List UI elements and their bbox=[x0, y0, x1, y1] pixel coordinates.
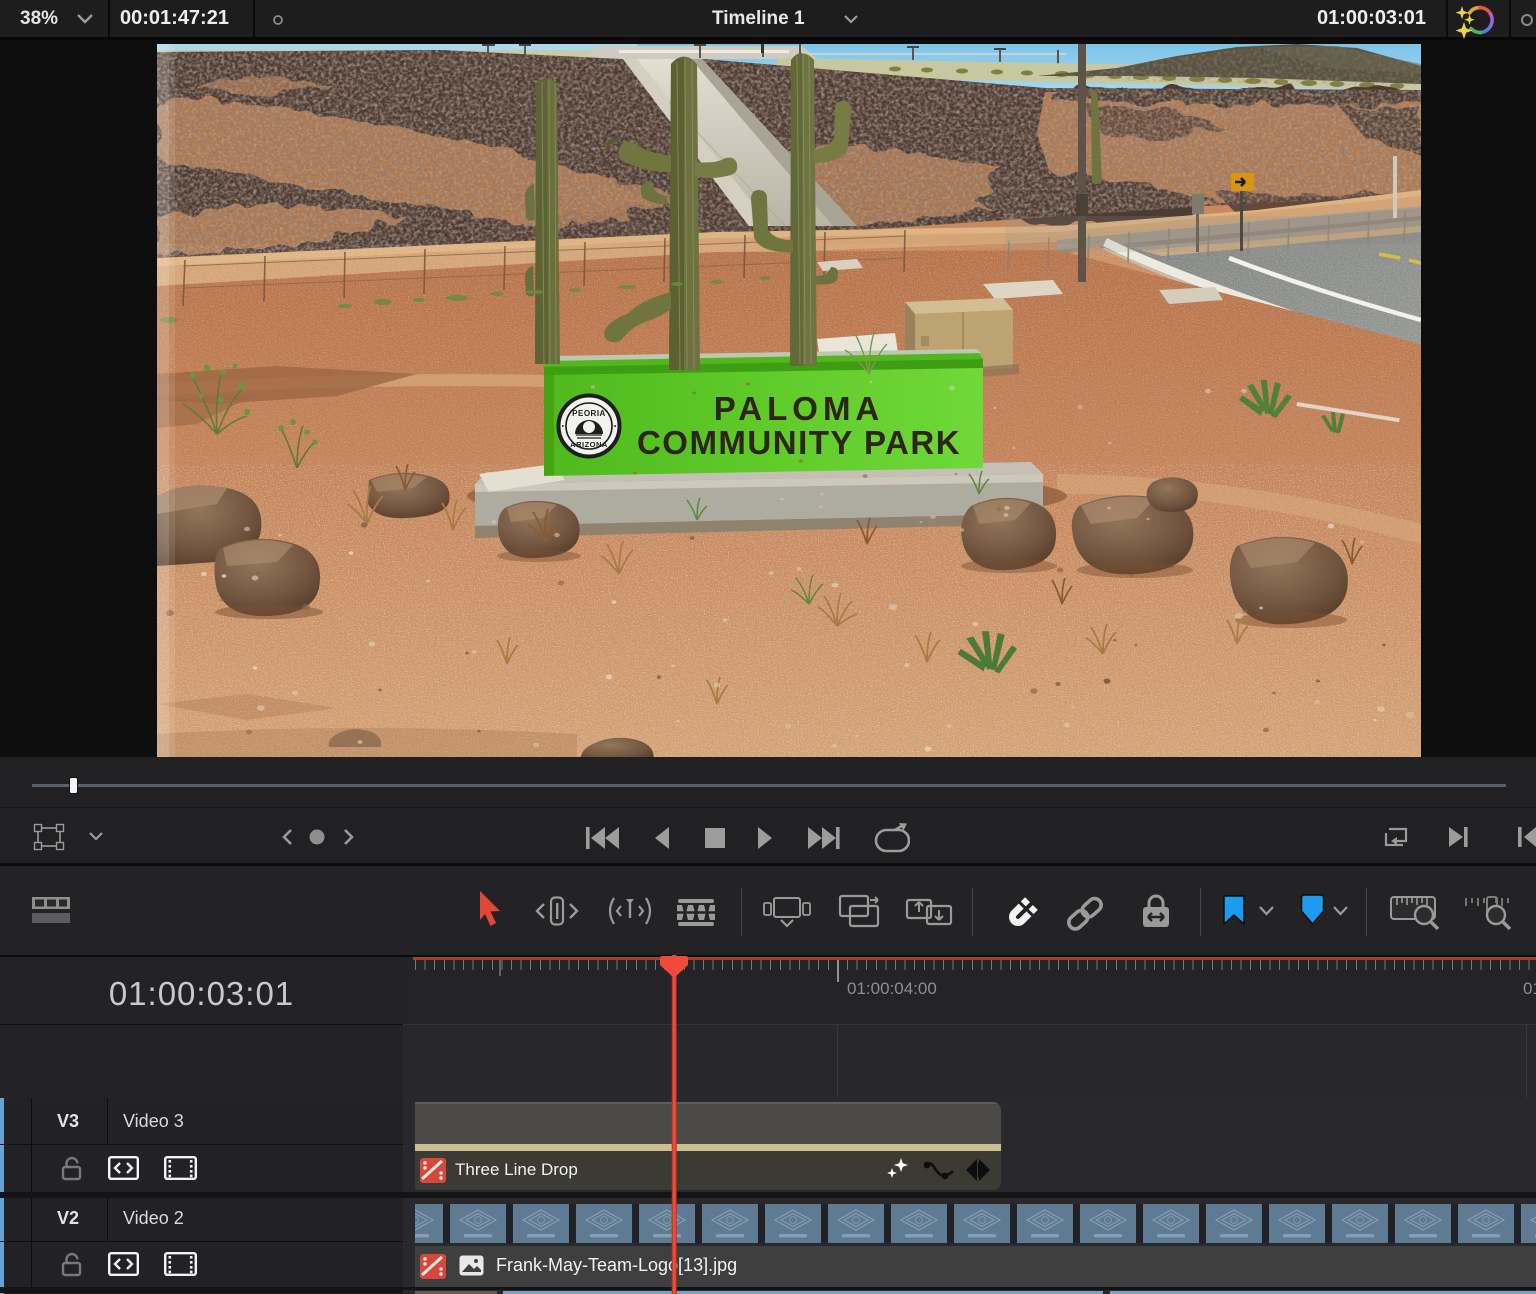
svg-text:COMMUNITY PARK: COMMUNITY PARK bbox=[637, 424, 961, 461]
svg-text:ARIZONA: ARIZONA bbox=[570, 440, 608, 449]
svg-text:PEORIA: PEORIA bbox=[572, 409, 606, 418]
svg-text:PALOMA: PALOMA bbox=[714, 390, 885, 427]
